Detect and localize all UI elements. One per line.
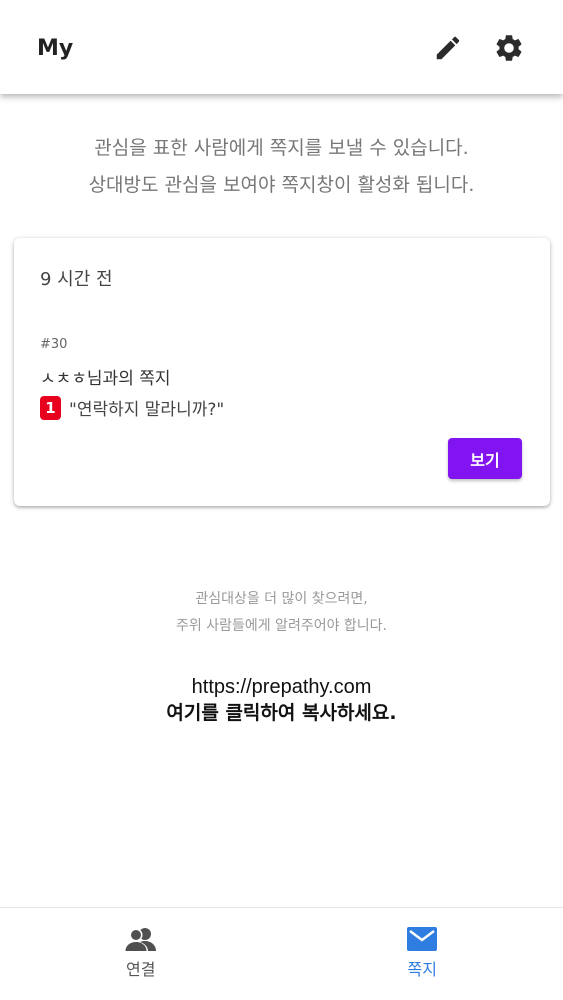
nav-connect-label: 연결 (126, 960, 156, 979)
app-root: My 관심을 표한 사람에게 쪽지를 보낼 수 있습니다. 상대방도 관심을 보… (0, 0, 563, 1000)
settings-button[interactable] (491, 30, 527, 66)
hint-line-1: 관심대상을 더 많이 찾으려면, (195, 591, 368, 607)
gear-icon (496, 35, 522, 61)
copy-instruction[interactable]: 여기를 클릭하여 복사하세요. (0, 700, 563, 726)
invite-hint: 관심대상을 더 많이 찾으려면, 주위 사람들에게 알려주어야 합니다. (0, 586, 563, 640)
edit-button[interactable] (430, 30, 466, 66)
notice-line-1: 관심을 표한 사람에게 쪽지를 보낼 수 있습니다. (94, 137, 469, 159)
hint-line-2: 주위 사람들에게 알려주어야 합니다. (176, 618, 387, 634)
notice-line-2: 상대방도 관심을 보여야 쪽지창이 활성화 됩니다. (88, 174, 475, 196)
top-app-bar: My (0, 0, 563, 94)
page-title: My (37, 36, 74, 61)
message-time: 9 시간 전 (40, 269, 113, 290)
chat-partner-label: ㅅㅊㅎ님과의 쪽지 (40, 369, 171, 389)
nav-connect[interactable]: 연결 (0, 908, 282, 1000)
last-message-text: "연락하지 말라니까?" (69, 400, 225, 420)
share-url[interactable]: https://prepathy.com (0, 674, 563, 700)
message-card: 9 시간 전 #30 ㅅㅊㅎ님과의 쪽지 1 "연락하지 말라니까?" 보기 (14, 238, 550, 506)
bottom-navigation: 연결 쪽지 (0, 907, 563, 1000)
people-icon (123, 928, 156, 952)
envelope-icon (407, 927, 438, 951)
nav-message[interactable]: 쪽지 (282, 908, 563, 1000)
view-button[interactable]: 보기 (448, 438, 522, 479)
unread-count-badge: 1 (40, 395, 61, 420)
nav-message-label: 쪽지 (407, 960, 437, 979)
last-message-row: 1 "연락하지 말라니까?" (40, 395, 224, 420)
message-number: #30 (40, 337, 68, 352)
copy-link[interactable]: https://prepathy.com 여기를 클릭하여 복사하세요. (0, 674, 563, 726)
pencil-icon (436, 36, 460, 60)
message-notice: 관심을 표한 사람에게 쪽지를 보낼 수 있습니다. 상대방도 관심을 보여야 … (0, 130, 563, 204)
